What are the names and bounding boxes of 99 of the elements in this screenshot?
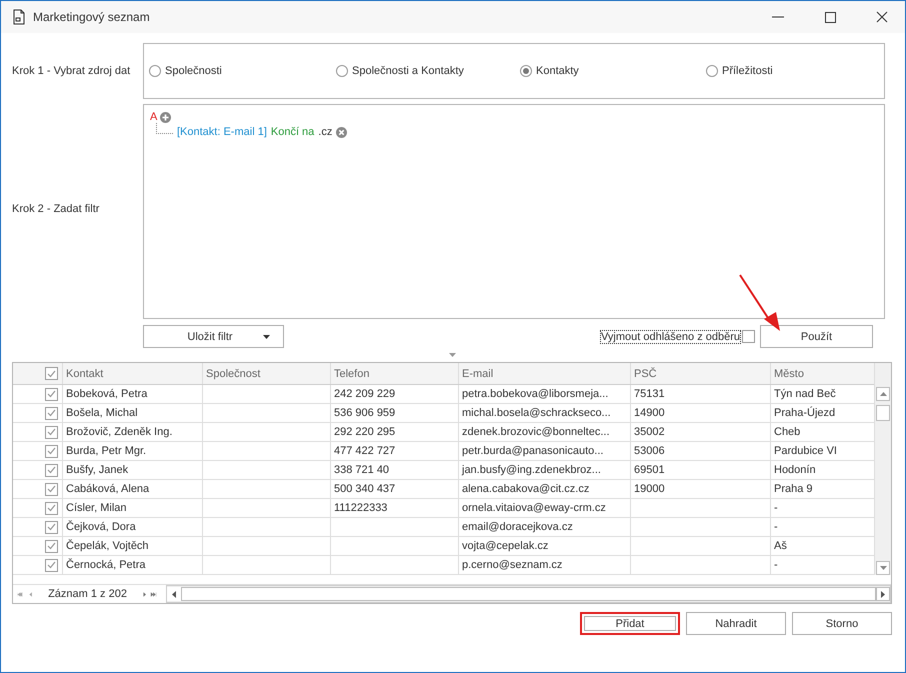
table-cell: Císler, Milan xyxy=(63,499,203,517)
checkbox[interactable] xyxy=(44,502,58,514)
table-cell-text: - xyxy=(773,520,779,535)
table-cell: 338 721 40 xyxy=(331,461,459,479)
close-icon xyxy=(876,11,888,23)
table-cell: vojta@cepelak.cz xyxy=(459,537,631,555)
table-cell: Burda, Petr Mgr. xyxy=(63,442,203,460)
table-cell-text: Praha 9 xyxy=(773,482,814,497)
table-cell: ornela.vitaiova@eway-crm.cz xyxy=(459,499,631,517)
table-cell: jan.busfy@ing.zdenekbroz... xyxy=(459,461,631,479)
table-cell: 500 340 437 xyxy=(331,480,459,498)
table-cell: Cabáková, Alena xyxy=(63,480,203,498)
column-header[interactable]: Kontakt xyxy=(63,363,203,384)
select-all-checkbox[interactable] xyxy=(44,367,58,380)
dialog-button[interactable]: Nahradit xyxy=(686,612,786,635)
radio-option[interactable]: Příležitosti xyxy=(706,65,773,77)
table-cell: petra.bobekova@liborsmeja... xyxy=(459,385,631,403)
table-cell: Černocká, Petra xyxy=(63,556,203,574)
table-cell: Čepelák, Vojtěch xyxy=(63,537,203,555)
document-icon xyxy=(11,9,27,25)
table-cell-text: - xyxy=(773,501,779,516)
scroll-thumb[interactable] xyxy=(876,405,890,421)
table-cell: 14900 xyxy=(631,404,771,422)
checkbox[interactable] xyxy=(44,388,58,400)
checkbox[interactable] xyxy=(44,464,58,476)
radio-option[interactable]: Společnosti xyxy=(149,65,336,77)
dropdown-caret-icon xyxy=(262,334,270,338)
table-cell: Čejková, Dora xyxy=(63,518,203,536)
table-cell: michal.bosela@schrackseco... xyxy=(459,404,631,422)
scroll-left-icon[interactable] xyxy=(172,590,176,598)
table-cell: email@doracejkova.cz xyxy=(459,518,631,536)
table-cell: petr.burda@panasonicauto... xyxy=(459,442,631,460)
table-cell-text: Cheb xyxy=(773,425,802,440)
table-cell: 19000 xyxy=(631,480,771,498)
table-cell: zdenek.brozovic@bonneltec... xyxy=(459,423,631,441)
checkbox-label[interactable]: Vyjmout odhlášeno z odběru xyxy=(600,330,740,342)
condition-value[interactable]: .cz xyxy=(318,126,332,138)
scroll-right-icon[interactable] xyxy=(881,590,885,598)
radio-button[interactable] xyxy=(149,65,161,77)
scroll-up-icon[interactable] xyxy=(880,392,886,396)
radio-button[interactable] xyxy=(706,65,718,77)
condition-field[interactable]: [Kontakt: E-mail 1] xyxy=(177,126,267,138)
table-cell: 53006 xyxy=(631,442,771,460)
table-cell-text: Pardubice VI xyxy=(773,444,838,459)
checkbox[interactable] xyxy=(44,444,58,458)
table-cell: 35002 xyxy=(631,423,771,441)
checkbox[interactable] xyxy=(44,558,58,572)
table-cell: 69501 xyxy=(631,461,771,479)
dialog-button[interactable]: Storno xyxy=(792,612,892,635)
group-operator[interactable]: A xyxy=(150,111,158,123)
radio-button[interactable] xyxy=(336,65,348,77)
checkbox[interactable] xyxy=(44,482,58,496)
table-cell-text: Aš xyxy=(773,539,788,554)
column-header[interactable]: E-mail xyxy=(459,363,631,384)
table-cell: p.cerno@seznam.cz xyxy=(459,556,631,574)
vertical-scrollbar[interactable] xyxy=(874,363,891,575)
apply-button[interactable]: Použít xyxy=(760,325,873,348)
table-cell: Bošela, Michal xyxy=(63,404,203,422)
table-cell: 536 906 959 xyxy=(331,404,459,422)
table-cell-text: - xyxy=(773,558,779,573)
table-cell: alena.cabakova@cit.cz.cz xyxy=(459,480,631,498)
table-cell: Bobeková, Petra xyxy=(63,385,203,403)
column-header[interactable]: Telefon xyxy=(331,363,459,384)
step-label: Krok 2 - Zadat filtr xyxy=(12,202,100,217)
column-header[interactable]: PSČ xyxy=(631,363,771,384)
table-cell: Brožovič, Zdeněk Ing. xyxy=(63,423,203,441)
table-cell: 292 220 295 xyxy=(331,423,459,441)
table-cell: 242 209 229 xyxy=(331,385,459,403)
radio-option[interactable]: Kontakty xyxy=(520,65,706,77)
remove-icon[interactable] xyxy=(336,126,348,138)
condition-operator[interactable]: Končí na xyxy=(270,126,314,138)
checkbox[interactable] xyxy=(44,426,58,438)
horizontal-scrollbar[interactable] xyxy=(166,585,891,603)
step-label: Krok 1 - Vybrat zdroj dat xyxy=(12,64,132,79)
table-cell: 111222333 xyxy=(331,499,459,517)
table-cell: Bušfy, Janek xyxy=(63,461,203,479)
table-cell-text: Praha-Újezd xyxy=(773,406,836,421)
radio-option[interactable]: Společnosti a Kontakty xyxy=(336,65,520,77)
column-header[interactable]: Město xyxy=(771,363,855,384)
checkbox[interactable] xyxy=(44,406,58,420)
table-cell: 75131 xyxy=(631,385,771,403)
splitter-icon[interactable] xyxy=(449,353,456,357)
save-filter-button[interactable]: Uložit filtr xyxy=(143,325,284,348)
dialog-button[interactable]: Přidat xyxy=(580,612,680,635)
checkbox[interactable] xyxy=(742,330,755,343)
scroll-down-icon[interactable] xyxy=(880,566,886,570)
maximize-icon xyxy=(824,12,836,22)
window-title: Marketingový seznam xyxy=(33,10,151,24)
column-header[interactable]: Společnost xyxy=(203,363,331,384)
table-cell: 477 422 727 xyxy=(331,442,459,460)
minimize-icon xyxy=(772,16,784,18)
radio-button[interactable] xyxy=(520,65,532,77)
navigation-icon[interactable] xyxy=(17,590,34,598)
add-icon[interactable] xyxy=(160,112,172,122)
table-cell-text: Hodonín xyxy=(773,463,817,478)
checkbox[interactable] xyxy=(44,540,58,552)
table-cell-text: Týn nad Beč xyxy=(773,387,837,402)
record-counter: Záznam 1 z 202 xyxy=(48,588,127,600)
checkbox[interactable] xyxy=(44,520,58,534)
